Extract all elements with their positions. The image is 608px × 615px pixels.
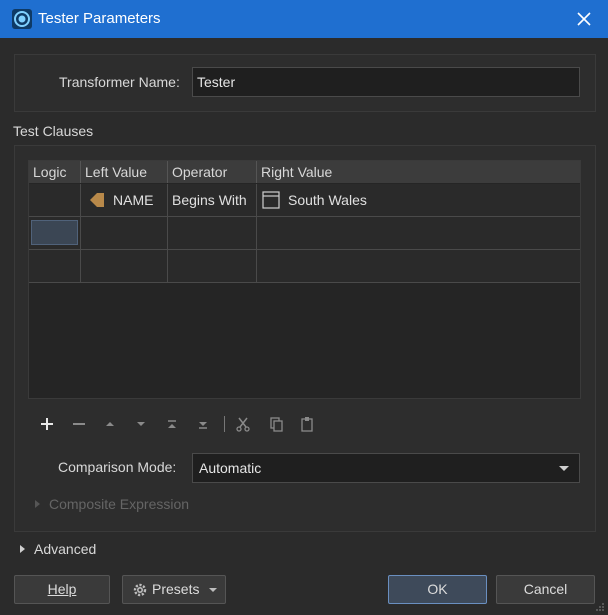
operator-cell[interactable]: [168, 250, 257, 282]
table-row[interactable]: [29, 250, 580, 283]
help-button-label: Help: [47, 581, 77, 597]
transformer-name-input[interactable]: Tester: [192, 67, 580, 97]
table-row[interactable]: NAME Begins With South Wales: [29, 184, 580, 217]
chevron-down-icon: [209, 588, 217, 592]
text-value-icon: [262, 191, 280, 209]
logic-cell[interactable]: [29, 250, 81, 282]
column-header-left-value[interactable]: Left Value: [81, 161, 168, 183]
table-row[interactable]: [29, 217, 580, 250]
presets-button[interactable]: Presets: [122, 575, 226, 604]
selected-cell-highlight: [31, 220, 78, 245]
comparison-mode-label: Comparison Mode:: [58, 459, 177, 475]
ok-button-label: OK: [427, 581, 448, 597]
remove-icon[interactable]: [71, 416, 87, 432]
gear-icon: [133, 583, 147, 597]
composite-expression-label[interactable]: Composite Expression: [49, 496, 189, 512]
move-down-icon[interactable]: [133, 416, 149, 432]
expand-arrow-icon[interactable]: [19, 544, 27, 554]
comparison-mode-value: Automatic: [199, 460, 262, 476]
presets-button-label: Presets: [152, 581, 200, 597]
cancel-button-label: Cancel: [523, 581, 568, 597]
right-value-cell[interactable]: South Wales: [257, 184, 580, 216]
advanced-label[interactable]: Advanced: [34, 541, 96, 557]
right-value-cell[interactable]: [257, 250, 580, 282]
move-up-icon[interactable]: [102, 416, 118, 432]
test-clauses-table[interactable]: Logic Left Value Operator Right Value NA…: [28, 160, 581, 399]
fme-app-icon: [12, 9, 32, 29]
expand-arrow-icon[interactable]: [34, 499, 42, 509]
move-to-bottom-icon[interactable]: [195, 416, 211, 432]
title-bar: Tester Parameters: [0, 0, 608, 38]
cancel-button[interactable]: Cancel: [496, 575, 595, 604]
transformer-name-label: Transformer Name:: [59, 74, 180, 90]
comparison-mode-select[interactable]: Automatic: [192, 453, 580, 483]
add-icon[interactable]: [39, 416, 55, 432]
test-clauses-label: Test Clauses: [13, 123, 94, 139]
left-value-cell[interactable]: [81, 250, 168, 282]
toolbar-separator: [224, 416, 225, 432]
attribute-icon: [90, 193, 104, 207]
copy-icon[interactable]: [268, 416, 284, 432]
column-header-right-value[interactable]: Right Value: [257, 161, 580, 183]
move-to-top-icon[interactable]: [164, 416, 180, 432]
cut-icon[interactable]: [235, 416, 251, 432]
ok-button[interactable]: OK: [388, 575, 487, 604]
operator-cell[interactable]: [168, 217, 257, 249]
paste-icon[interactable]: [299, 416, 315, 432]
logic-cell[interactable]: [29, 184, 81, 216]
window-title: Tester Parameters: [38, 10, 161, 27]
chevron-down-icon: [559, 466, 569, 471]
operator-cell[interactable]: Begins With: [168, 184, 257, 216]
close-icon[interactable]: [574, 9, 594, 29]
left-value-text: NAME: [113, 192, 154, 208]
column-header-logic[interactable]: Logic: [29, 161, 81, 183]
left-value-cell[interactable]: NAME: [81, 184, 168, 216]
help-button[interactable]: Help: [14, 575, 110, 604]
left-value-cell[interactable]: [81, 217, 168, 249]
right-value-text: South Wales: [288, 192, 367, 208]
resize-grip-icon[interactable]: [595, 602, 605, 612]
logic-cell[interactable]: [29, 217, 81, 249]
right-value-cell[interactable]: [257, 217, 580, 249]
column-header-operator[interactable]: Operator: [168, 161, 257, 183]
